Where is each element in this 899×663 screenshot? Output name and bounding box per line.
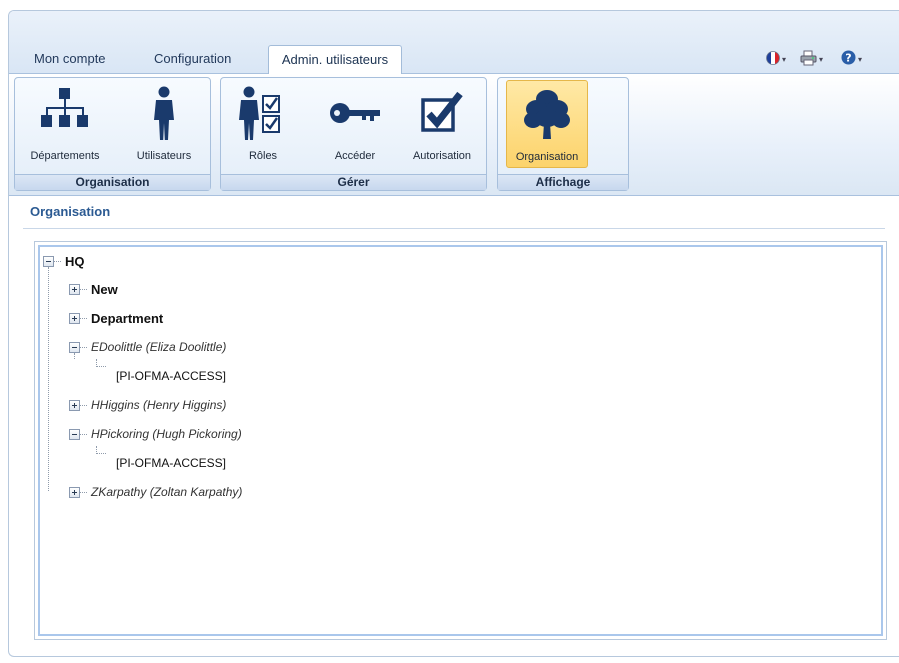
collapse-toggle[interactable]: [69, 428, 80, 440]
tree-node-hpickoring: HPickoring (Hugh Pickoring): [69, 425, 242, 443]
utilisateurs-label: Utilisateurs: [136, 150, 192, 162]
ribbon-group-organisation: Départements Utilisateurs Organisation: [14, 77, 211, 191]
print-menu[interactable]: ▾: [800, 49, 823, 69]
ribbon-group-gerer: Rôles Accéder Autorisation Gérer: [220, 77, 487, 191]
key-icon: [328, 86, 382, 137]
expand-toggle[interactable]: [69, 312, 80, 324]
tab-configuration[interactable]: Configuration: [150, 45, 235, 74]
utilisateurs-button[interactable]: Utilisateurs: [125, 80, 203, 168]
organisation-view-button[interactable]: Organisation: [506, 80, 588, 168]
tree-node-label[interactable]: HPickoring (Hugh Pickoring): [91, 427, 242, 441]
departments-org-chart-icon: [39, 86, 91, 137]
collapse-toggle[interactable]: [43, 255, 54, 267]
tab-mon-compte[interactable]: Mon compte: [30, 45, 110, 74]
collapse-toggle[interactable]: [69, 341, 80, 353]
tree-node-label[interactable]: [PI-OFMA-ACCESS]: [116, 369, 226, 383]
language-menu[interactable]: ▾: [766, 49, 786, 69]
departements-button[interactable]: Départements: [17, 80, 113, 168]
checkbox-check-icon: [418, 86, 466, 137]
page-title: Organisation: [30, 204, 111, 219]
tree-icon: [523, 87, 571, 146]
tree-node-label[interactable]: HHiggins (Henry Higgins): [91, 398, 226, 412]
ribbon-group-affichage: Organisation Affichage: [497, 77, 629, 191]
ribbon-group-label: Gérer: [221, 174, 486, 190]
expand-toggle[interactable]: [69, 399, 80, 411]
tree-node-label[interactable]: ZKarpathy (Zoltan Karpathy): [91, 485, 242, 499]
tree-panel: HQ New Department EDoolittle (Eliza Dool…: [34, 241, 887, 640]
expand-toggle[interactable]: [69, 486, 80, 498]
help-menu[interactable]: ? ▾: [841, 49, 862, 69]
tree-node-new: New: [69, 280, 118, 298]
organisation-view-label: Organisation: [515, 151, 579, 163]
tree-node-hq: HQ: [43, 252, 85, 270]
autorisation-button[interactable]: Autorisation: [401, 80, 483, 168]
expand-toggle[interactable]: [69, 283, 80, 295]
tree-node-label[interactable]: EDoolittle (Eliza Doolittle): [91, 340, 226, 354]
tree-node-department: Department: [69, 309, 163, 327]
roles-button[interactable]: Rôles: [227, 80, 299, 168]
tree-node-label[interactable]: New: [91, 282, 118, 297]
organisation-tree: HQ New Department EDoolittle (Eliza Dool…: [38, 245, 883, 636]
top-tab-bar: Mon compte Configuration Admin. utilisat…: [9, 11, 899, 75]
departements-label: Départements: [30, 150, 100, 162]
french-flag-icon: [766, 50, 780, 68]
app-window: Mon compte Configuration Admin. utilisat…: [8, 10, 899, 657]
tree-node-label[interactable]: HQ: [65, 254, 85, 269]
chevron-down-icon: ▾: [782, 54, 787, 64]
tree-connector: [96, 446, 106, 454]
tab-admin-utilisateurs[interactable]: Admin. utilisateurs: [268, 45, 402, 75]
tree-node-label[interactable]: Department: [91, 311, 163, 326]
tree-node-hhiggins: HHiggins (Henry Higgins): [69, 396, 226, 414]
help-icon: ?: [841, 50, 856, 68]
acceder-button[interactable]: Accéder: [319, 80, 391, 168]
chevron-down-icon: ▾: [858, 54, 863, 64]
tree-node-role: [PI-OFMA-ACCESS]: [116, 367, 226, 385]
user-roles-checklist-icon: [239, 86, 287, 145]
tree-node-edoolittle: EDoolittle (Eliza Doolittle): [69, 338, 226, 356]
printer-icon: [800, 50, 817, 69]
tree-node-label[interactable]: [PI-OFMA-ACCESS]: [116, 456, 226, 470]
ribbon-group-label: Affichage: [498, 174, 628, 190]
user-icon: [151, 86, 177, 145]
acceder-label: Accéder: [334, 150, 376, 162]
roles-label: Rôles: [248, 150, 278, 162]
tree-node-role: [PI-OFMA-ACCESS]: [116, 454, 226, 472]
ribbon: Départements Utilisateurs Organisation R…: [9, 74, 899, 196]
tree-connector: [96, 359, 106, 367]
ribbon-group-label: Organisation: [15, 174, 210, 190]
tree-connector: [48, 267, 49, 491]
divider: [23, 228, 885, 229]
autorisation-label: Autorisation: [412, 150, 472, 162]
tree-node-zkarpathy: ZKarpathy (Zoltan Karpathy): [69, 483, 242, 501]
chevron-down-icon: ▾: [819, 54, 824, 64]
svg-text:?: ?: [845, 51, 851, 64]
